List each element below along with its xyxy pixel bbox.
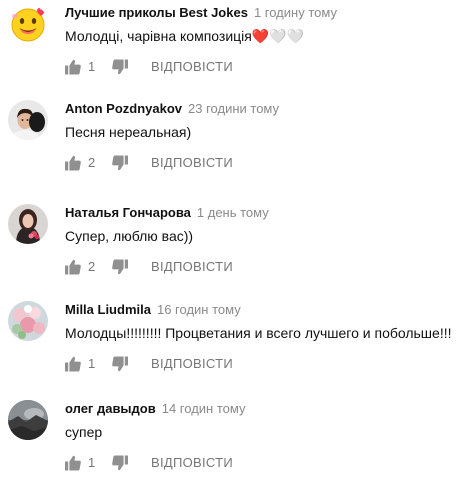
comment-text: Молодцы!!!!!!!!! Процветания и всего луч… xyxy=(65,325,452,341)
comment-text: Супер, люблю вас)) xyxy=(65,228,194,244)
avatar[interactable] xyxy=(8,301,48,341)
like-count: 1 xyxy=(88,59,96,74)
comment-actions: 1 ВІДПОВІСТИ xyxy=(64,57,364,75)
comment-item: олег давыдов 14 годин тому супер 1 ВІДПОВ… xyxy=(0,396,462,489)
comment-author[interactable]: Лучшие приколы Best Jokes xyxy=(65,5,248,20)
comment-text: Песня нереальная) xyxy=(65,124,192,140)
like-count: 1 xyxy=(88,455,96,470)
comment-text: супер xyxy=(65,424,103,440)
comment-header: Anton Pozdnyakov 23 години тому xyxy=(65,100,279,118)
comment-header: Milla Liudmila 16 годин тому xyxy=(65,301,241,319)
user-photo-icon xyxy=(8,100,48,140)
reply-button[interactable]: ВІДПОВІСТИ xyxy=(151,355,233,373)
comment-header: Наталья Гончарова 1 день тому xyxy=(65,204,269,222)
thumbs-up-icon[interactable] xyxy=(65,155,81,171)
comment-author[interactable]: олег давыдов xyxy=(65,401,156,416)
avatar[interactable] xyxy=(8,4,48,44)
thumbs-down-icon[interactable] xyxy=(112,59,128,75)
thumbs-down-icon[interactable] xyxy=(112,259,128,275)
landscape-photo-icon xyxy=(8,400,48,440)
avatar[interactable] xyxy=(8,100,48,140)
comment-author[interactable]: Наталья Гончарова xyxy=(65,205,191,220)
comment-timestamp[interactable]: 1 день тому xyxy=(197,205,269,220)
comment-item: Наталья Гончарова 1 день тому Супер, любл… xyxy=(0,200,462,296)
reply-button[interactable]: ВІДПОВІСТИ xyxy=(151,454,233,472)
comment-header: Лучшие приколы Best Jokes 1 годину тому xyxy=(65,4,337,22)
thumbs-up-icon[interactable] xyxy=(65,59,81,75)
flowers-photo-icon xyxy=(8,301,48,341)
comment-item: Anton Pozdnyakov 23 години тому Песня нер… xyxy=(0,96,462,192)
comment-actions: 1 ВІДПОВІСТИ xyxy=(64,453,364,471)
avatar[interactable] xyxy=(8,204,48,244)
comment-timestamp[interactable]: 14 годин тому xyxy=(162,401,246,416)
thumbs-up-icon[interactable] xyxy=(65,356,81,372)
comment-author[interactable]: Anton Pozdnyakov xyxy=(65,101,182,116)
reply-button[interactable]: ВІДПОВІСТИ xyxy=(151,154,233,172)
like-count: 2 xyxy=(88,259,96,274)
comment-timestamp[interactable]: 23 години тому xyxy=(188,101,279,116)
thumbs-up-icon[interactable] xyxy=(65,259,81,275)
comment-item: Milla Liudmila 16 годин тому Молодцы!!!!!… xyxy=(0,297,462,393)
comment-item: Лучшие приколы Best Jokes 1 годину тому М… xyxy=(0,0,462,96)
comment-header: олег давыдов 14 годин тому xyxy=(65,400,245,418)
reply-button[interactable]: ВІДПОВІСТИ xyxy=(151,58,233,76)
comment-author[interactable]: Milla Liudmila xyxy=(65,302,151,317)
user-photo-icon xyxy=(8,204,48,244)
smiley-emoji-icon xyxy=(8,4,48,44)
comment-timestamp[interactable]: 16 годин тому xyxy=(157,302,241,317)
thumbs-down-icon[interactable] xyxy=(112,356,128,372)
comment-actions: 1 ВІДПОВІСТИ xyxy=(64,354,364,372)
comments-list: Лучшие приколы Best Jokes 1 годину тому М… xyxy=(0,0,462,489)
comment-timestamp[interactable]: 1 годину тому xyxy=(254,5,337,20)
comment-actions: 2 ВІДПОВІСТИ xyxy=(64,257,364,275)
thumbs-down-icon[interactable] xyxy=(112,455,128,471)
reply-button[interactable]: ВІДПОВІСТИ xyxy=(151,258,233,276)
comment-text: Молодці, чарівна композиція❤️🤍🤍 xyxy=(65,28,305,44)
like-count: 2 xyxy=(88,155,96,170)
comment-actions: 2 ВІДПОВІСТИ xyxy=(64,153,364,171)
like-count: 1 xyxy=(88,356,96,371)
thumbs-down-icon[interactable] xyxy=(112,155,128,171)
avatar[interactable] xyxy=(8,400,48,440)
thumbs-up-icon[interactable] xyxy=(65,455,81,471)
